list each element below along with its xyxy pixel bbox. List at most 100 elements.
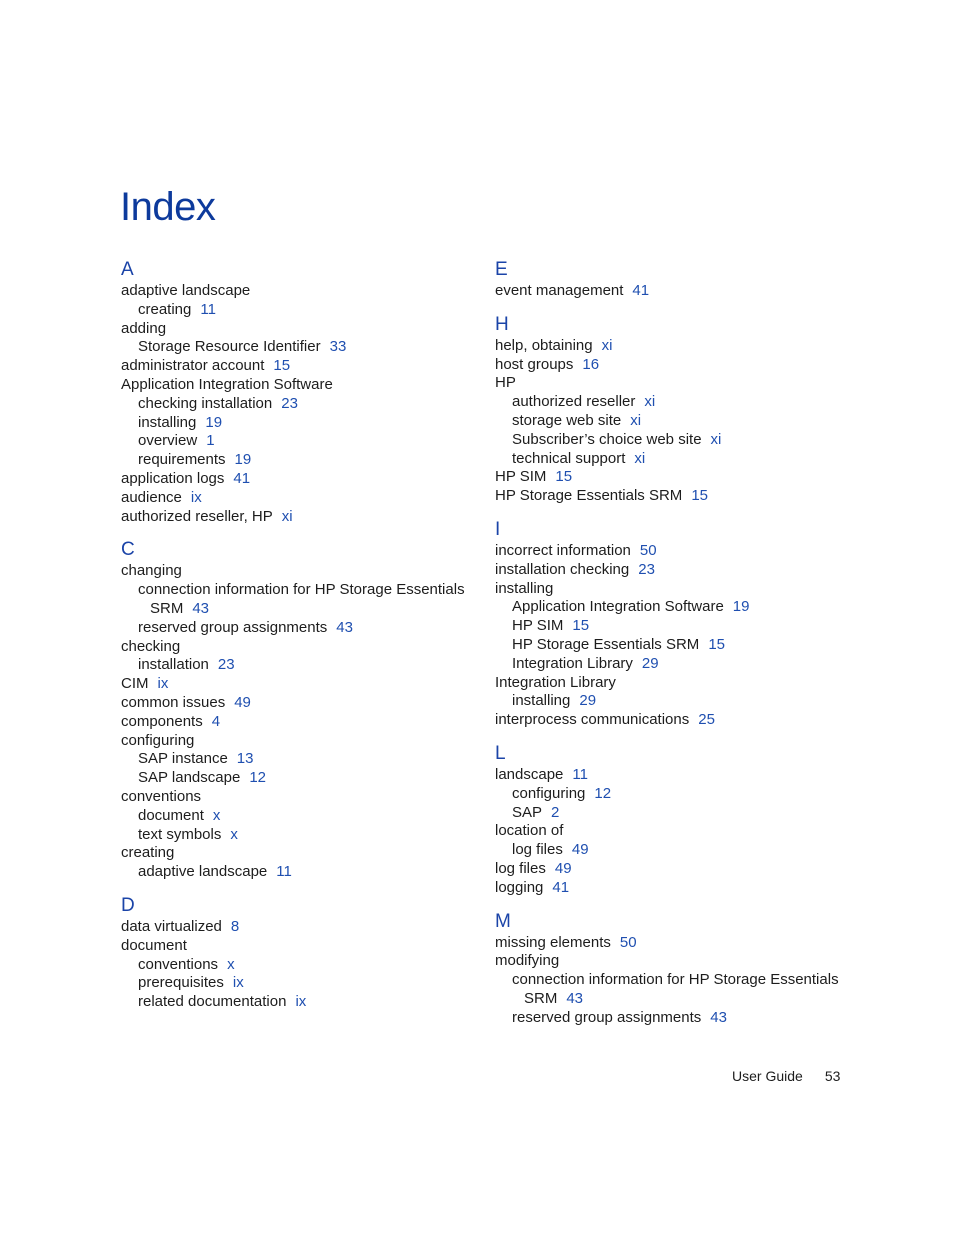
page-reference-link[interactable]: 23 <box>281 395 298 412</box>
page-reference-link[interactable]: 19 <box>235 451 252 468</box>
index-section-i: Iincorrect information 50 installation che… <box>495 518 865 730</box>
index-subentry: installing 19 <box>121 414 491 433</box>
page-reference-link[interactable]: 12 <box>594 785 611 802</box>
page-reference-link[interactable]: 2 <box>551 804 559 821</box>
page-reference-link[interactable]: 49 <box>234 694 251 711</box>
index-subentry: technical support xi <box>495 450 865 469</box>
entry-term: HP SIM <box>512 617 564 635</box>
entry-term: Application Integration Software <box>512 598 724 616</box>
page-reference-link[interactable]: 49 <box>555 860 572 877</box>
page-reference-link[interactable]: 15 <box>691 487 708 504</box>
entry-term: application logs <box>121 469 225 487</box>
index-section-d: Ddata virtualized 8 document conventions x pr… <box>121 894 491 1012</box>
page-reference-link[interactable]: 15 <box>708 636 725 653</box>
page-reference-link[interactable]: 15 <box>273 357 290 374</box>
page-reference-link[interactable]: 19 <box>733 598 750 615</box>
page-reference-link[interactable]: 11 <box>572 766 588 783</box>
entry-term: configuring <box>121 731 195 749</box>
page-reference-link[interactable]: 33 <box>330 338 347 355</box>
section-letter: E <box>495 259 508 280</box>
page-reference-link[interactable]: 41 <box>233 470 250 487</box>
index-subentry: reserved group assignments 43 <box>495 1009 865 1028</box>
page-reference-link[interactable]: xi <box>282 508 293 525</box>
page-reference-link[interactable]: ix <box>191 489 202 506</box>
entry-term: SRM <box>150 599 184 617</box>
index-entry: common issues 49 <box>121 694 491 713</box>
page-reference-link[interactable]: xi <box>630 412 641 429</box>
index-subentry: related documentation ix <box>121 993 491 1012</box>
entry-term: CIM <box>121 675 149 693</box>
index-column-left: Aadaptive landscape creating 11 adding Stora… <box>121 258 491 1024</box>
index-entry: landscape 11 <box>495 766 865 785</box>
page-reference-link[interactable]: 29 <box>642 655 659 672</box>
footer-label: User Guide <box>732 1068 803 1084</box>
page-reference-link[interactable]: 8 <box>231 918 239 935</box>
section-letter: M <box>495 910 511 932</box>
page-reference-link[interactable]: 43 <box>710 1009 727 1026</box>
index-entry: conventions <box>121 788 491 807</box>
entry-term: Storage Resource Identifier <box>138 338 321 356</box>
page-reference-link[interactable]: 43 <box>566 990 583 1007</box>
page-reference-link[interactable]: xi <box>711 431 722 448</box>
entry-term: conventions <box>121 787 202 805</box>
index-section-a: Aadaptive landscape creating 11 adding Stora… <box>121 258 491 526</box>
page-reference-link[interactable]: xi <box>602 337 613 354</box>
entry-term: storage web site <box>512 411 622 429</box>
entry-term: reserved group assignments <box>138 618 328 636</box>
page-reference-link[interactable]: x <box>227 956 235 973</box>
entry-term: HP <box>495 374 516 392</box>
page-reference-link[interactable]: 15 <box>572 617 589 634</box>
index-entry: components 4 <box>121 713 491 732</box>
entry-term: prerequisites <box>138 974 224 992</box>
page-reference-link[interactable]: 43 <box>192 600 209 617</box>
page-reference-link[interactable]: 16 <box>582 356 599 373</box>
page-reference-link[interactable]: ix <box>158 675 169 692</box>
page-reference-link[interactable]: 19 <box>205 414 222 431</box>
page-reference-link[interactable]: 23 <box>638 561 655 578</box>
page-reference-link[interactable]: x <box>230 826 238 843</box>
index-entry: missing elements 50 <box>495 934 865 953</box>
page-reference-link[interactable]: 25 <box>698 711 715 728</box>
entry-term: adding <box>121 319 167 337</box>
page-reference-link[interactable]: ix <box>295 993 306 1010</box>
index-subentry: SAP landscape 12 <box>121 769 491 788</box>
entry-term: SRM <box>524 989 558 1007</box>
entry-term: SAP landscape <box>138 769 241 787</box>
entry-term: requirements <box>138 451 226 469</box>
index-subentry: connection information for HP Storage Es… <box>495 971 865 990</box>
entry-term: location of <box>495 822 564 840</box>
index-entry: HP Storage Essentials SRM 15 <box>495 487 865 506</box>
index-section-c: Cchanging connection information for HP S… <box>121 538 491 882</box>
page-reference-link[interactable]: 50 <box>640 542 657 559</box>
index-entry: location of <box>495 822 865 841</box>
page-reference-link[interactable]: xi <box>634 450 645 467</box>
page-reference-link[interactable]: 41 <box>632 282 649 299</box>
page-reference-link[interactable]: 13 <box>237 750 254 767</box>
index-entry: HP SIM 15 <box>495 468 865 487</box>
page-reference-link[interactable]: 1 <box>206 432 214 449</box>
page-reference-link[interactable]: 41 <box>552 879 569 896</box>
section-letter: C <box>121 539 135 561</box>
index-entry: application logs 41 <box>121 470 491 489</box>
page-reference-link[interactable]: ix <box>233 974 244 991</box>
page-reference-link[interactable]: 50 <box>620 934 637 951</box>
page-reference-link[interactable]: 4 <box>212 713 220 730</box>
index-subentry: Storage Resource Identifier 33 <box>121 338 491 357</box>
index-subentry: connection information for HP Storage Es… <box>121 581 491 600</box>
page-reference-link[interactable]: 12 <box>249 769 266 786</box>
entry-term: text symbols <box>138 825 222 843</box>
entry-term: HP SIM <box>495 468 547 486</box>
index-entry: incorrect information 50 <box>495 542 865 561</box>
page-reference-link[interactable]: xi <box>644 393 655 410</box>
index-entry: adding <box>121 320 491 339</box>
page-reference-link[interactable]: 11 <box>200 301 216 318</box>
entry-term: checking <box>121 637 181 655</box>
page-reference-link[interactable]: 43 <box>336 619 353 636</box>
page-reference-link[interactable]: 49 <box>572 841 589 858</box>
page-reference-link[interactable]: x <box>213 807 221 824</box>
page-reference-link[interactable]: 23 <box>218 656 235 673</box>
index-section-h: Hhelp, obtaining xi host groups 16 HP authori… <box>495 313 865 506</box>
page-reference-link[interactable]: 11 <box>276 863 292 880</box>
page-reference-link[interactable]: 15 <box>555 468 572 485</box>
page-reference-link[interactable]: 29 <box>579 692 596 709</box>
